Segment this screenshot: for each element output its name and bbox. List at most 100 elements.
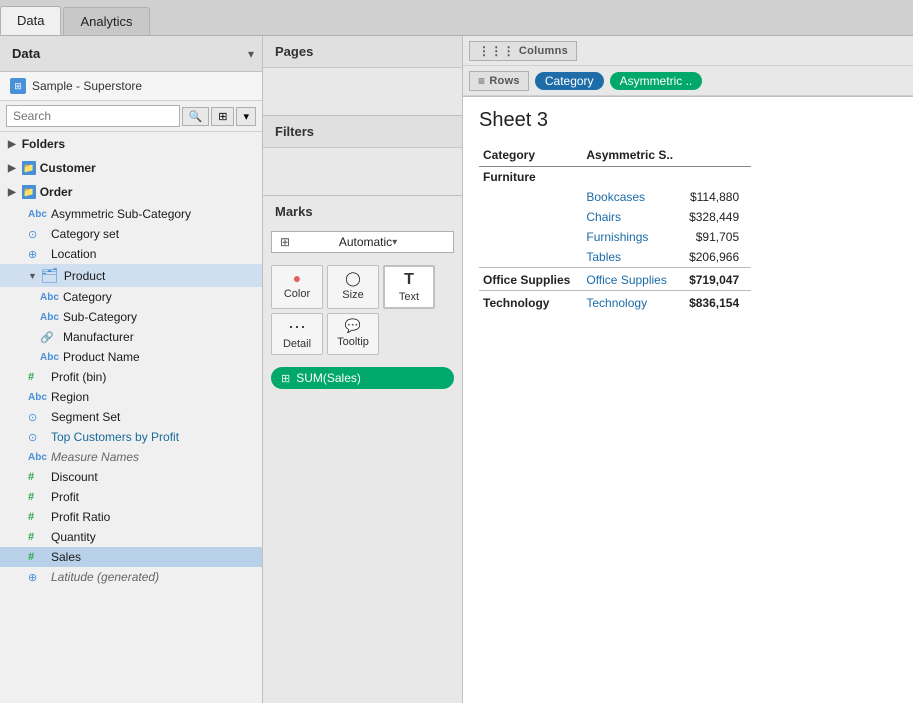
table-row: Furnishings $91,705 <box>479 227 751 247</box>
order-folder-icon: 📁 <box>22 185 36 199</box>
table-row: Bookcases $114,880 <box>479 187 751 207</box>
list-item-profit[interactable]: # Profit <box>0 487 262 507</box>
filters-label: Filters <box>263 116 462 148</box>
top-customers-label: Top Customers by Profit <box>51 430 179 444</box>
detail-mark-button[interactable]: ⋯ Detail <box>271 313 323 355</box>
sort-button[interactable]: ▾ <box>236 107 256 126</box>
text-mark-button[interactable]: T Text <box>383 265 435 309</box>
datasource-row[interactable]: ⊞ Sample - Superstore <box>0 72 262 101</box>
rows-icon: ≡ <box>478 74 485 88</box>
rows-shelf: ≡ Rows Category Asymmetric .. <box>463 66 913 96</box>
measure-names-label: Measure Names <box>51 450 139 464</box>
order-label: Order <box>40 185 73 199</box>
marks-header: Marks <box>263 196 462 227</box>
tooltip-mark-button[interactable]: 💬 Tooltip <box>327 313 379 355</box>
search-button[interactable]: 🔍 <box>182 107 210 126</box>
text-T-icon: T <box>404 271 414 289</box>
list-item-sub-category[interactable]: Abc Sub-Category <box>0 307 262 327</box>
value-cell: $91,705 <box>685 227 751 247</box>
marks-type-icon: ⊞ <box>280 235 333 249</box>
tab-analytics[interactable]: Analytics <box>63 7 149 35</box>
rows-asymmetric-label: Asymmetric .. <box>620 74 693 88</box>
list-item-discount[interactable]: # Discount <box>0 467 262 487</box>
col-header-category: Category <box>479 144 582 167</box>
sub-cell: Office Supplies <box>582 268 685 291</box>
list-item-product-name[interactable]: Abc Product Name <box>0 347 262 367</box>
folders-label: Folders <box>22 137 65 151</box>
list-item-profit-ratio[interactable]: # Profit Ratio <box>0 507 262 527</box>
list-item-measure-names[interactable]: Abc Measure Names <box>0 447 262 467</box>
list-item-product[interactable]: ▼ 🗂 Product <box>0 264 262 287</box>
category-cell: Office Supplies <box>479 268 582 291</box>
value-cell: $206,966 <box>685 247 751 268</box>
sub-cell: Tables <box>582 247 685 268</box>
search-input[interactable] <box>6 105 180 127</box>
rows-asymmetric-pill[interactable]: Asymmetric .. <box>610 72 703 90</box>
sub-cell: Bookcases <box>582 187 685 207</box>
geo-icon-latitude: ⊕ <box>28 571 46 584</box>
value-cell: $719,047 <box>685 268 751 291</box>
list-item-category-set[interactable]: ⊙ Category set <box>0 224 262 244</box>
left-panel: Data ▾ ⊞ Sample - Superstore 🔍 ⊞ ▾ ▶ Fol… <box>0 36 263 703</box>
columns-shelf: ⋮⋮⋮ Columns <box>463 36 913 66</box>
profit-ratio-label: Profit Ratio <box>51 510 110 524</box>
view-toggle-button[interactable]: ⊞ <box>211 107 234 126</box>
shelf-area: ⋮⋮⋮ Columns ≡ Rows Category Asymmetric .… <box>463 36 913 97</box>
list-item-latitude[interactable]: ⊕ Latitude (generated) <box>0 567 262 587</box>
sheet-content: Sheet 3 Category Asymmetric S.. Furnitur… <box>463 97 913 703</box>
list-item-segment-set[interactable]: ⊙ Segment Set <box>0 407 262 427</box>
pages-area: Pages <box>263 36 462 116</box>
size-mark-button[interactable]: ◯ Size <box>327 265 379 309</box>
customer-label: Customer <box>40 161 96 175</box>
list-item-location[interactable]: ⊕ Location <box>0 244 262 264</box>
tooltip-bubble-icon: 💬 <box>345 318 361 334</box>
marks-type-dropdown[interactable]: ⊞ Automatic ▾ <box>271 231 454 253</box>
list-item-sales[interactable]: # Sales <box>0 547 262 567</box>
marks-area: Marks ⊞ Automatic ▾ ● Color ◯ Size T Tex… <box>263 196 462 703</box>
category-cell <box>479 247 582 268</box>
product-name-label: Product Name <box>63 350 140 364</box>
value-cell: $114,880 <box>685 187 751 207</box>
hash-icon-discount: # <box>28 471 46 483</box>
list-item-quantity[interactable]: # Quantity <box>0 527 262 547</box>
sub-cell: Chairs <box>582 207 685 227</box>
datasource-icon: ⊞ <box>10 78 26 94</box>
segment-set-label: Segment Set <box>51 410 120 424</box>
detail-label: Detail <box>283 338 311 350</box>
tab-data[interactable]: Data <box>0 6 61 35</box>
tooltip-label: Tooltip <box>337 336 369 348</box>
list-item-top-customers[interactable]: ⊙ Top Customers by Profit <box>0 427 262 447</box>
panel-options-icon[interactable]: ▾ <box>240 47 262 61</box>
category-cell: Technology <box>479 291 582 314</box>
main-layout: Data ▾ ⊞ Sample - Superstore 🔍 ⊞ ▾ ▶ Fol… <box>0 36 913 703</box>
sum-sales-pill[interactable]: ⊞ SUM(Sales) <box>271 367 454 389</box>
list-item-profit-bin[interactable]: # Profit (bin) <box>0 367 262 387</box>
rows-category-pill[interactable]: Category <box>535 72 604 90</box>
sum-sales-label: SUM(Sales) <box>296 371 361 385</box>
hash-icon-profitratio: # <box>28 511 46 523</box>
hash-icon-profit: # <box>28 491 46 503</box>
color-label: Color <box>284 288 310 300</box>
size-circle-icon: ◯ <box>345 270 361 287</box>
folders-section[interactable]: ▶ Folders <box>0 132 262 156</box>
order-section[interactable]: ▶ 📁 Order <box>0 180 262 204</box>
marks-type-label: Automatic <box>339 235 392 249</box>
left-panel-header: Data ▾ <box>0 36 262 72</box>
search-row: 🔍 ⊞ ▾ <box>0 101 262 132</box>
geo-icon-location: ⊕ <box>28 248 46 261</box>
text-label: Text <box>399 291 419 303</box>
abc-icon-productname: Abc <box>40 352 58 363</box>
pill-table-icon: ⊞ <box>281 372 290 385</box>
value-cell: $836,154 <box>685 291 751 314</box>
sales-label: Sales <box>51 550 81 564</box>
list-item-manufacturer[interactable]: 🔗 Manufacturer <box>0 327 262 347</box>
list-item-asymmetric-sub-category[interactable]: Abc Asymmetric Sub-Category <box>0 204 262 224</box>
list-item-region[interactable]: Abc Region <box>0 387 262 407</box>
color-mark-button[interactable]: ● Color <box>271 265 323 309</box>
list-item-category[interactable]: Abc Category <box>0 287 262 307</box>
customer-section[interactable]: ▶ 📁 Customer <box>0 156 262 180</box>
category-cell <box>479 227 582 247</box>
customer-folder-icon: 📁 <box>22 161 36 175</box>
set-icon-segment: ⊙ <box>28 411 46 424</box>
asymmetric-sub-category-label: Asymmetric Sub-Category <box>51 207 191 221</box>
